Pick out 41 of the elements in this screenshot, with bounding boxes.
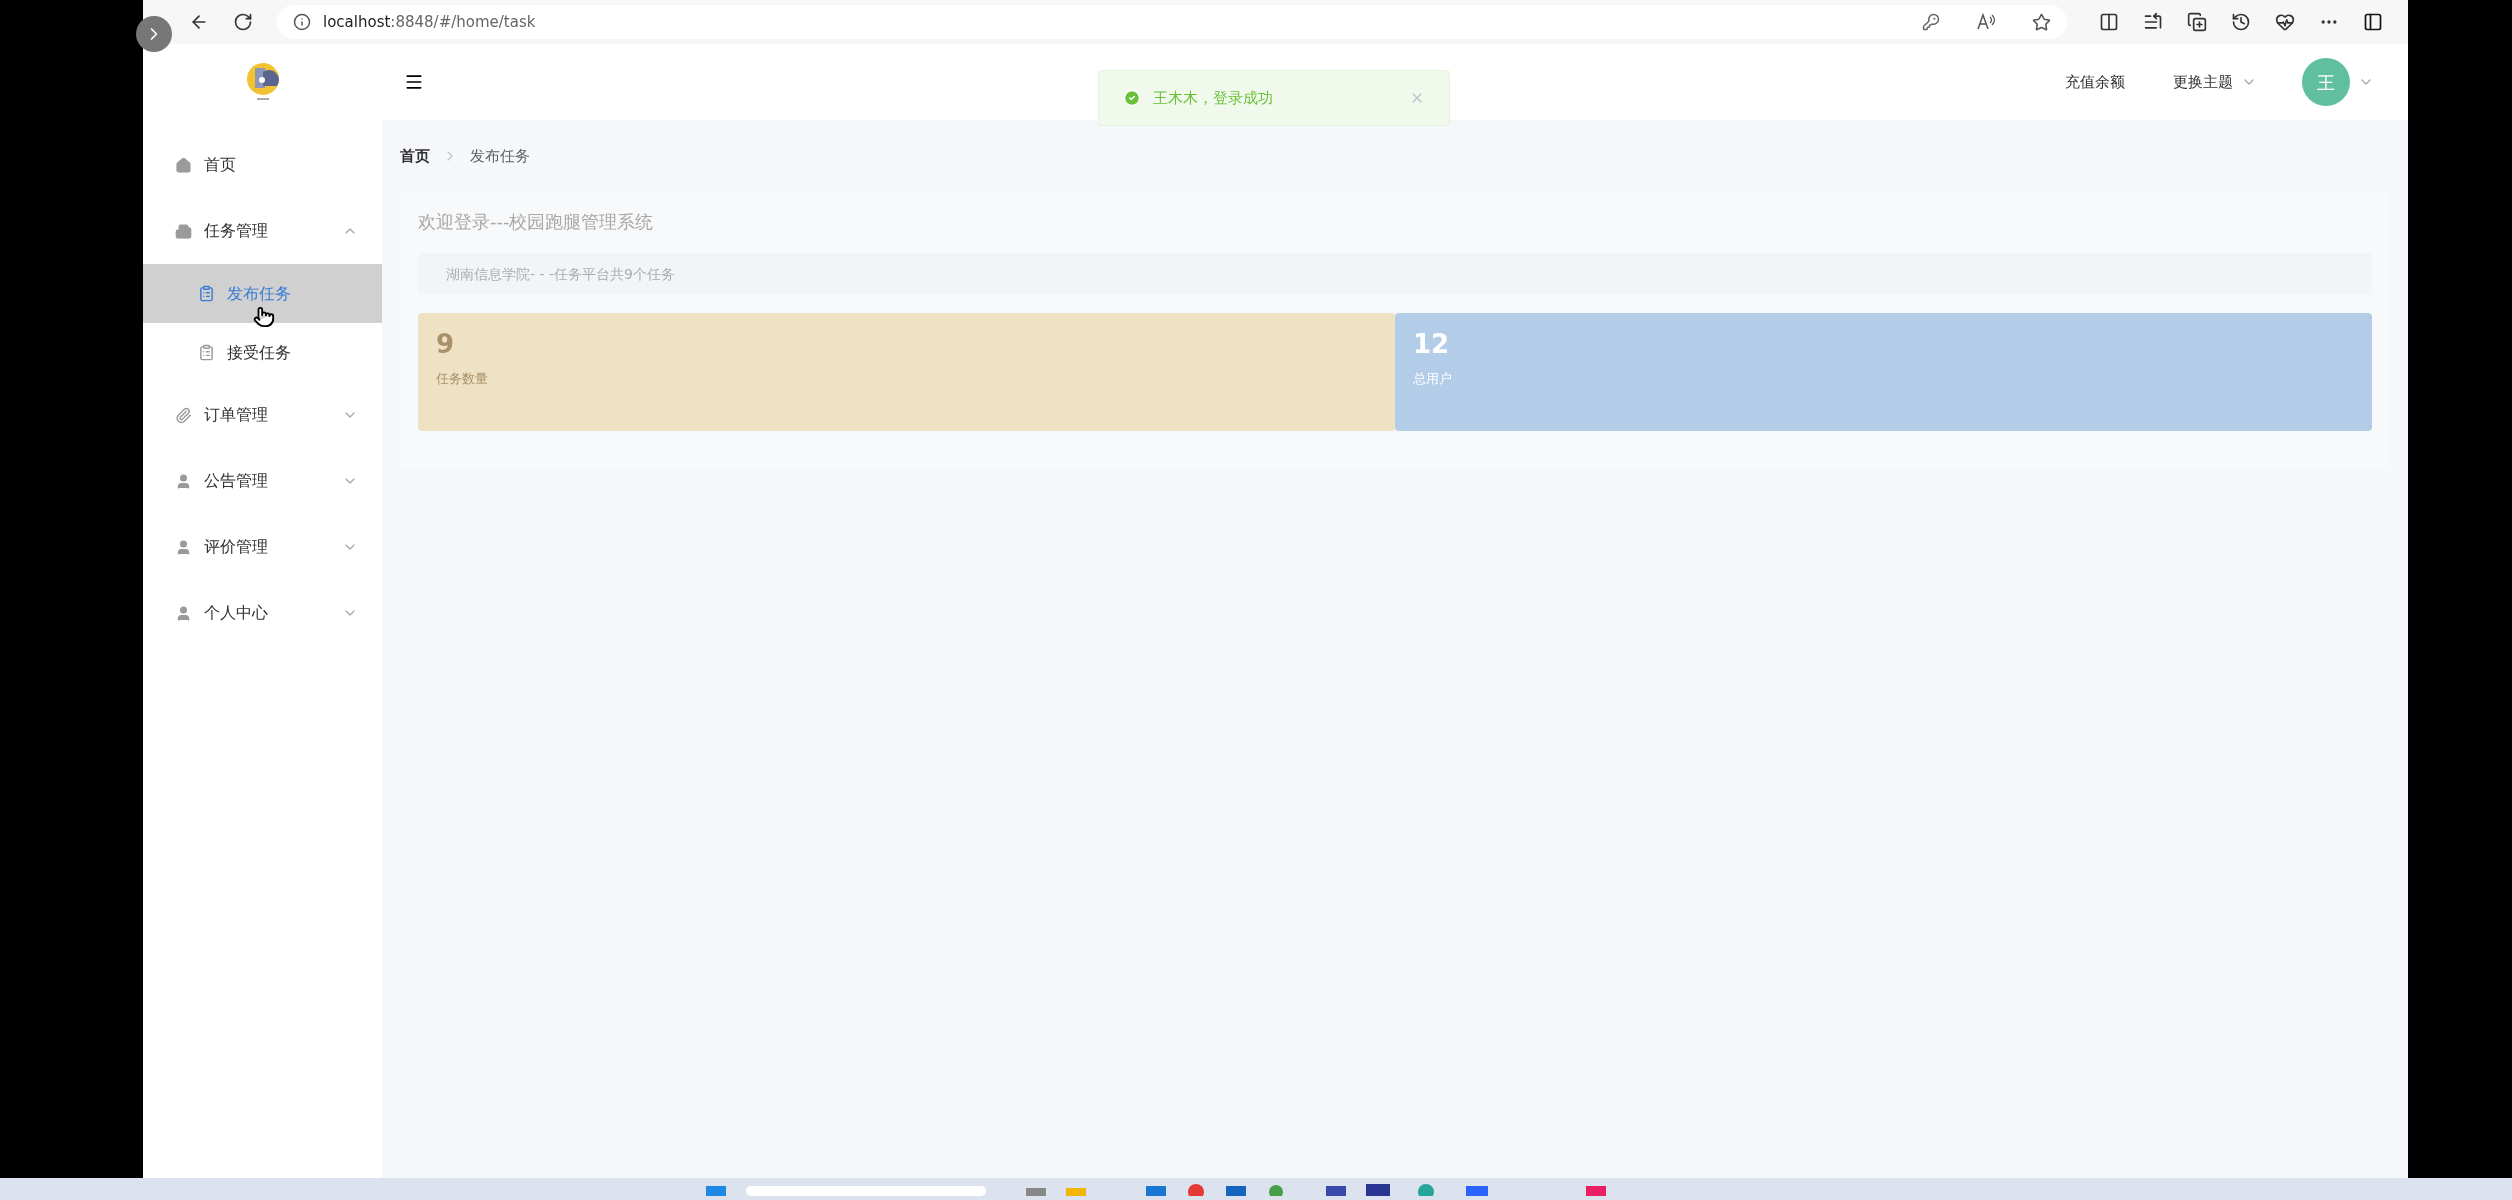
heart-pulse-icon[interactable] xyxy=(2275,12,2295,32)
sidebar-item[interactable]: 评价管理 xyxy=(143,514,382,580)
sidebar-subitem[interactable]: 接受任务 xyxy=(143,323,382,382)
breadcrumb-item: 发布任务 xyxy=(470,145,530,167)
welcome-title: 欢迎登录---校园跑腿管理系统 xyxy=(418,210,655,234)
person-icon xyxy=(175,538,192,556)
person-icon xyxy=(175,472,192,490)
logo-icon xyxy=(244,62,281,102)
sidebar-icon[interactable] xyxy=(2363,12,2383,32)
read-aloud-icon[interactable] xyxy=(1976,13,1996,31)
hand-cursor-icon xyxy=(253,306,275,328)
clipboard-icon xyxy=(198,285,215,302)
key-icon[interactable] xyxy=(1922,13,1940,31)
paperclip-icon xyxy=(175,406,192,424)
sidebar-item[interactable]: 首页 xyxy=(143,132,382,198)
sidebar-item[interactable]: 订单管理 xyxy=(143,382,382,448)
sidebar-item[interactable]: 任务管理 xyxy=(143,198,382,264)
notice-bar: 湖南信息学院- - -任务平台共9个任务 xyxy=(418,253,2372,295)
url-text: localhost:8848/#/home/task xyxy=(323,11,536,33)
split-screen-icon[interactable] xyxy=(2099,12,2119,32)
recharge-link[interactable]: 充值余额 xyxy=(2065,70,2125,94)
breadcrumb-item[interactable]: 首页 xyxy=(400,144,430,168)
theme-dropdown[interactable]: 更换主题 xyxy=(2173,70,2257,94)
stat-card: 12 总用户 xyxy=(1395,313,2372,431)
address-bar[interactable]: localhost:8848/#/home/task xyxy=(277,5,2067,39)
favorites-icon[interactable] xyxy=(2143,12,2163,32)
home-icon xyxy=(175,156,192,174)
sidebar-item[interactable]: 个人中心 xyxy=(143,580,382,646)
info-icon xyxy=(293,13,311,31)
building-icon xyxy=(175,222,192,240)
stat-card: 9 任务数量 xyxy=(418,313,1395,431)
refresh-icon[interactable] xyxy=(233,12,253,32)
history-icon[interactable] xyxy=(2231,12,2251,32)
menu-icon[interactable] xyxy=(404,72,424,92)
person-icon xyxy=(175,604,192,622)
favorite-star-icon[interactable] xyxy=(2032,12,2051,32)
collections-icon[interactable] xyxy=(2187,12,2207,32)
success-icon xyxy=(1123,89,1141,107)
sidebar-item[interactable]: 公告管理 xyxy=(143,448,382,514)
clipboard-icon xyxy=(198,344,215,361)
toast-message: 王木木，登录成功 xyxy=(1153,87,1274,109)
